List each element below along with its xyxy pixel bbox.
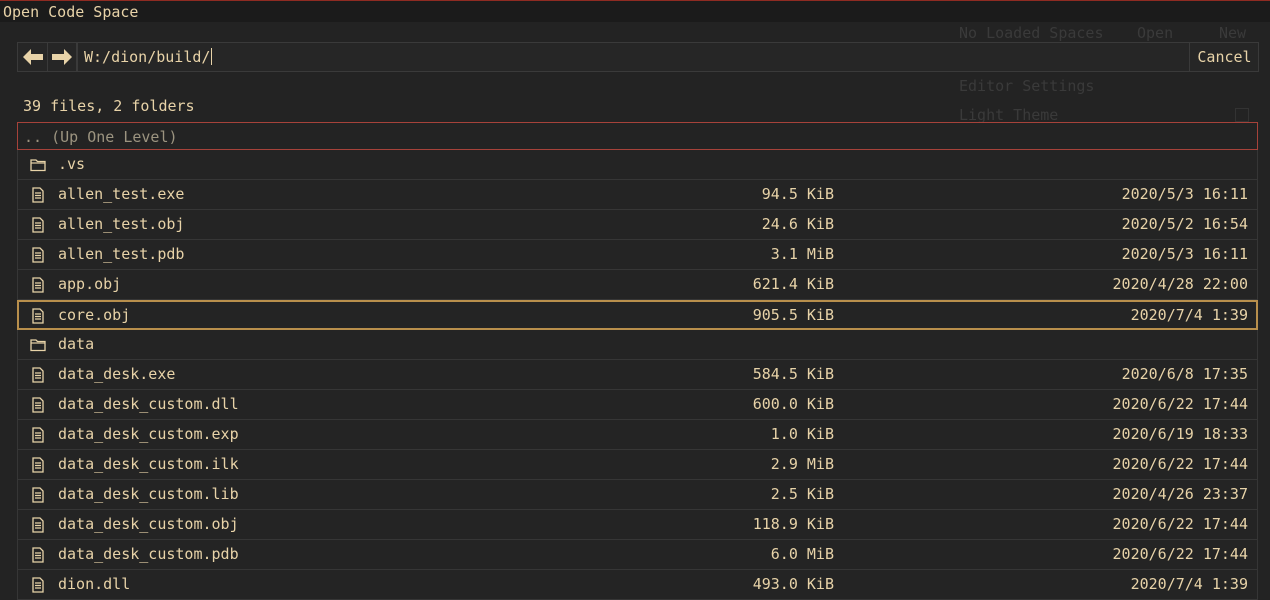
file-icon [30,217,46,233]
entry-size: 905.5 KiB [752,306,834,324]
new-label: New [1219,24,1247,42]
entry-date: 2020/6/22 17:44 [1112,515,1248,533]
light-theme-checkbox [1235,108,1249,122]
entry-size: 2.9 MiB [770,455,834,473]
entry-date: 2020/6/22 17:44 [1112,545,1248,563]
file-icon [30,397,46,413]
entry-name: app.obj [58,275,122,293]
file-icon [30,457,46,473]
entry-size: 621.4 KiB [752,275,834,293]
file-count-summary: 39 files, 2 folders [23,97,195,115]
file-row[interactable]: data_desk.exe 584.5 KiB 2020/6/8 17:35 [17,360,1258,390]
file-row[interactable]: allen_test.pdb 3.1 MiB 2020/5/3 16:11 [17,240,1258,270]
file-row[interactable]: core.obj 905.5 KiB 2020/7/4 1:39 [17,300,1258,330]
file-row[interactable]: dion.dll 493.0 KiB 2020/7/4 1:39 [17,570,1258,600]
entry-date: 2020/6/22 17:44 [1112,395,1248,413]
entry-size: 6.0 MiB [770,545,834,563]
entry-name: allen_test.pdb [58,245,185,263]
arrow-left-icon [22,49,43,65]
folder-icon [30,337,46,353]
file-icon [30,547,46,563]
file-icon [30,247,46,263]
path-bar: W:/dion/build/ Cancel [17,42,1259,72]
background-panel: No Loaded Spaces Open New Editor Setting… [932,22,1270,124]
text-caret [211,48,213,65]
entry-name: data [58,335,95,353]
path-input-text: W:/dion/build/ [84,48,211,66]
entry-size: 24.6 KiB [761,215,834,233]
cancel-button[interactable]: Cancel [1191,43,1258,71]
entry-size: 2.5 KiB [770,485,834,503]
entry-date: 2020/5/2 16:54 [1121,215,1248,233]
entry-size: 600.0 KiB [752,395,834,413]
entry-name: core.obj [58,306,131,324]
entry-name: allen_test.exe [58,185,185,203]
entry-name: data_desk_custom.dll [58,395,239,413]
entry-size: 118.9 KiB [752,515,834,533]
entry-date: 2020/5/3 16:11 [1121,185,1248,203]
up-one-level-item[interactable]: .. (Up One Level) [17,122,1258,150]
file-icon [30,277,46,293]
arrow-right-icon [51,49,72,65]
entry-name: .vs [58,155,86,173]
entry-size: 94.5 KiB [761,185,834,203]
file-row[interactable]: data_desk_custom.pdb 6.0 MiB 2020/6/22 17:… [17,540,1258,570]
entry-size: 3.1 MiB [770,245,834,263]
entry-size: 1.0 KiB [770,425,834,443]
editor-settings-label: Editor Settings [959,77,1095,95]
file-row[interactable]: data_desk_custom.lib 2.5 KiB 2020/4/26 23:… [17,480,1258,510]
back-button[interactable] [18,43,48,71]
entry-name: dion.dll [58,575,131,593]
entry-date: 2020/5/3 16:11 [1121,245,1248,263]
no-spaces-label: No Loaded Spaces [959,24,1104,42]
entry-name: data_desk_custom.lib [58,485,239,503]
entry-date: 2020/7/4 1:39 [1130,306,1248,324]
title-bar: Open Code Space [0,1,1270,22]
entry-date: 2020/4/28 22:00 [1112,275,1248,293]
window-title: Open Code Space [3,3,139,21]
entry-date: 2020/6/22 17:44 [1112,455,1248,473]
entry-date: 2020/7/4 1:39 [1130,575,1248,593]
file-row[interactable]: app.obj 621.4 KiB 2020/4/28 22:00 [17,270,1258,300]
file-row[interactable]: data_desk_custom.dll 600.0 KiB 2020/6/22 1… [17,390,1258,420]
forward-button[interactable] [47,43,77,71]
entry-name: allen_test.obj [58,215,185,233]
entry-name: data_desk.exe [58,365,176,383]
open-label: Open [1137,24,1174,42]
file-row[interactable]: allen_test.exe 94.5 KiB 2020/5/3 16:11 [17,180,1258,210]
file-icon [30,187,46,203]
file-list: .. (Up One Level) .vs allen_test.exe 94.5 … [17,122,1258,600]
entry-date: 2020/6/19 18:33 [1112,425,1248,443]
entry-name: data_desk_custom.obj [58,515,239,533]
file-icon [30,577,46,593]
folder-icon [30,157,46,173]
entry-name: data_desk_custom.ilk [58,455,239,473]
entry-name: data_desk_custom.pdb [58,545,239,563]
file-icon [30,487,46,503]
entry-size: 493.0 KiB [752,575,834,593]
file-icon [30,367,46,383]
file-icon [30,427,46,443]
entry-date: 2020/4/26 23:37 [1112,485,1248,503]
entry-size: 584.5 KiB [752,365,834,383]
folder-row[interactable]: data [17,330,1258,360]
entry-name: data_desk_custom.exp [58,425,239,443]
file-row[interactable]: data_desk_custom.obj 118.9 KiB 2020/6/22 1… [17,510,1258,540]
path-input[interactable]: W:/dion/build/ [77,43,1190,71]
entry-date: 2020/6/8 17:35 [1121,365,1248,383]
file-row[interactable]: allen_test.obj 24.6 KiB 2020/5/2 16:54 [17,210,1258,240]
file-row[interactable]: data_desk_custom.ilk 2.9 MiB 2020/6/22 17:… [17,450,1258,480]
file-icon [30,517,46,533]
file-icon [30,308,46,324]
folder-row[interactable]: .vs [17,150,1258,180]
file-row[interactable]: data_desk_custom.exp 1.0 KiB 2020/6/19 18:… [17,420,1258,450]
